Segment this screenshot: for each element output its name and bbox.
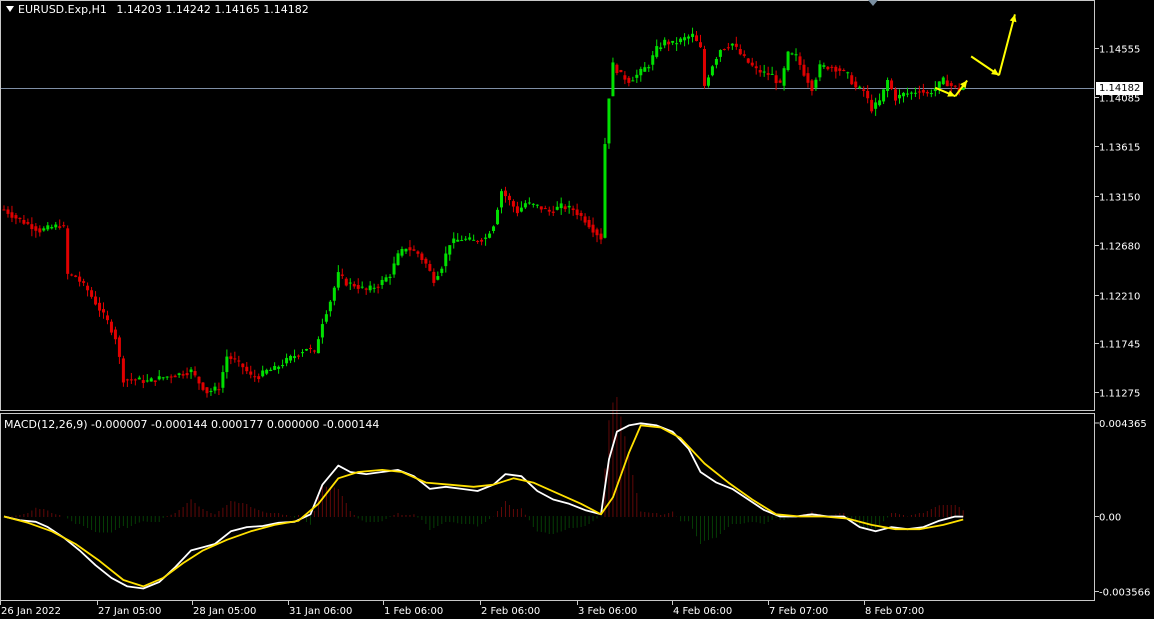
chevron-down-icon[interactable] [6,6,14,12]
time-tick-label: 2 Feb 06:00 [481,606,540,617]
macd-label: MACD(12,26,9) -0.000007 -0.000144 0.0001… [4,418,380,431]
price-tick-label: 1.14085 [1099,94,1140,105]
time-tick-label: 7 Feb 07:00 [769,606,828,617]
current-price-box: 1.14182 [1096,82,1144,95]
time-tick-label: 26 Jan 2022 [1,606,61,617]
time-tick-label: 3 Feb 06:00 [578,606,637,617]
price-tick-label: 1.13615 [1099,143,1140,154]
price-tick-label: 1.13150 [1099,193,1140,204]
price-tick-label: 1.12680 [1099,242,1140,253]
price-tick-label: 1.12210 [1099,292,1140,303]
macd-tick-label: -0.003566 [1099,588,1150,599]
scroll-marker-icon[interactable] [868,0,878,6]
macd-frame [0,413,1095,601]
time-tick-label: 4 Feb 06:00 [673,606,732,617]
time-tick-label: 8 Feb 07:00 [865,606,924,617]
ohlc-label: 1.14203 1.14242 1.14165 1.14182 [116,3,309,16]
price-tick-label: 1.14555 [1099,45,1140,56]
main-chart-frame [0,0,1095,411]
time-tick-label: 31 Jan 06:00 [289,606,352,617]
time-tick-label: 28 Jan 05:00 [193,606,256,617]
price-tick-label: 1.11745 [1099,340,1140,351]
symbol-label: EURUSD.Exp,H1 [18,3,107,16]
macd-tick-label: 0.004365 [1099,419,1147,430]
time-tick-label: 27 Jan 05:00 [98,606,161,617]
macd-tick-label: 0.00 [1099,513,1121,524]
time-tick-label: 1 Feb 06:00 [384,606,443,617]
price-tick-label: 1.11275 [1099,389,1140,400]
chart-header: EURUSD.Exp,H1 1.14203 1.14242 1.14165 1.… [4,3,309,16]
